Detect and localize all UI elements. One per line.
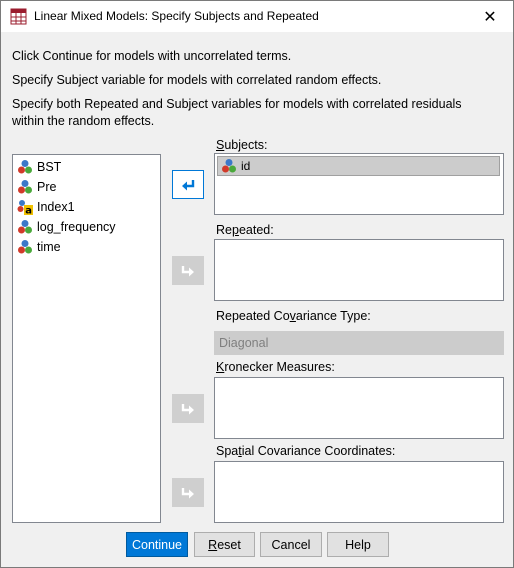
svg-text:a: a	[25, 206, 32, 216]
help-button[interactable]: Help	[327, 532, 389, 557]
subjects-list[interactable]: id	[214, 153, 504, 215]
list-item[interactable]: BST	[13, 157, 160, 177]
scale-variable-icon	[18, 220, 32, 234]
spss-app-icon	[10, 8, 27, 25]
cancel-button[interactable]: Cancel	[260, 532, 322, 557]
move-to-subjects-button[interactable]	[172, 170, 204, 199]
instruction-line-1: Click Continue for models with uncorrela…	[12, 49, 292, 63]
move-to-kronecker-button[interactable]	[172, 394, 204, 423]
close-button[interactable]: ✕	[467, 1, 513, 32]
repeated-covariance-select[interactable]: Diagonal	[214, 331, 504, 355]
scale-variable-icon	[18, 160, 32, 174]
list-item-label: time	[37, 240, 61, 254]
scale-variable-icon	[18, 240, 32, 254]
arrow-right-icon	[181, 265, 194, 276]
spatial-label: Spatial Covariance Coordinates:	[216, 444, 396, 458]
move-to-spatial-button[interactable]	[172, 478, 204, 507]
spatial-list[interactable]	[214, 461, 504, 523]
instruction-line-3b: within the random effects.	[12, 114, 155, 128]
list-item[interactable]: time	[13, 237, 160, 257]
scale-variable-icon	[18, 180, 32, 194]
kronecker-list[interactable]	[214, 377, 504, 439]
subjects-item-id[interactable]: id	[217, 156, 500, 176]
list-item-label: Index1	[37, 200, 75, 214]
list-item[interactable]: log_frequency	[13, 217, 160, 237]
scale-variable-icon	[222, 159, 236, 173]
repeated-covariance-label: Repeated Covariance Type:	[216, 309, 371, 323]
title-bar: Linear Mixed Models: Specify Subjects an…	[1, 1, 513, 32]
dialog-window: Linear Mixed Models: Specify Subjects an…	[0, 0, 514, 568]
repeated-label: Repeated:	[216, 223, 274, 237]
list-item-label: log_frequency	[37, 220, 116, 234]
arrow-right-icon	[181, 403, 194, 414]
reset-button[interactable]: Reset	[194, 532, 255, 557]
move-to-repeated-button[interactable]	[172, 256, 204, 285]
instruction-line-3a: Specify both Repeated and Subject variab…	[12, 97, 462, 111]
variable-list[interactable]: BST Pre a Index1 log_frequencytime	[12, 154, 161, 523]
list-item-label: Pre	[37, 180, 57, 194]
subjects-item-label: id	[241, 159, 251, 173]
continue-button[interactable]: Continue	[126, 532, 188, 557]
subjects-label: Subjects:	[216, 138, 268, 152]
list-item[interactable]: a Index1	[13, 197, 160, 217]
window-title: Linear Mixed Models: Specify Subjects an…	[34, 9, 319, 23]
nominal-string-variable-icon: a	[17, 200, 33, 216]
list-item[interactable]: Pre	[13, 177, 160, 197]
arrow-left-icon	[182, 179, 195, 190]
instruction-line-2: Specify Subject variable for models with…	[12, 73, 382, 87]
close-icon: ✕	[483, 8, 497, 26]
arrow-right-icon	[181, 487, 194, 498]
repeated-list[interactable]	[214, 239, 504, 301]
kronecker-label: Kronecker Measures:	[216, 360, 335, 374]
list-item-label: BST	[37, 160, 62, 174]
